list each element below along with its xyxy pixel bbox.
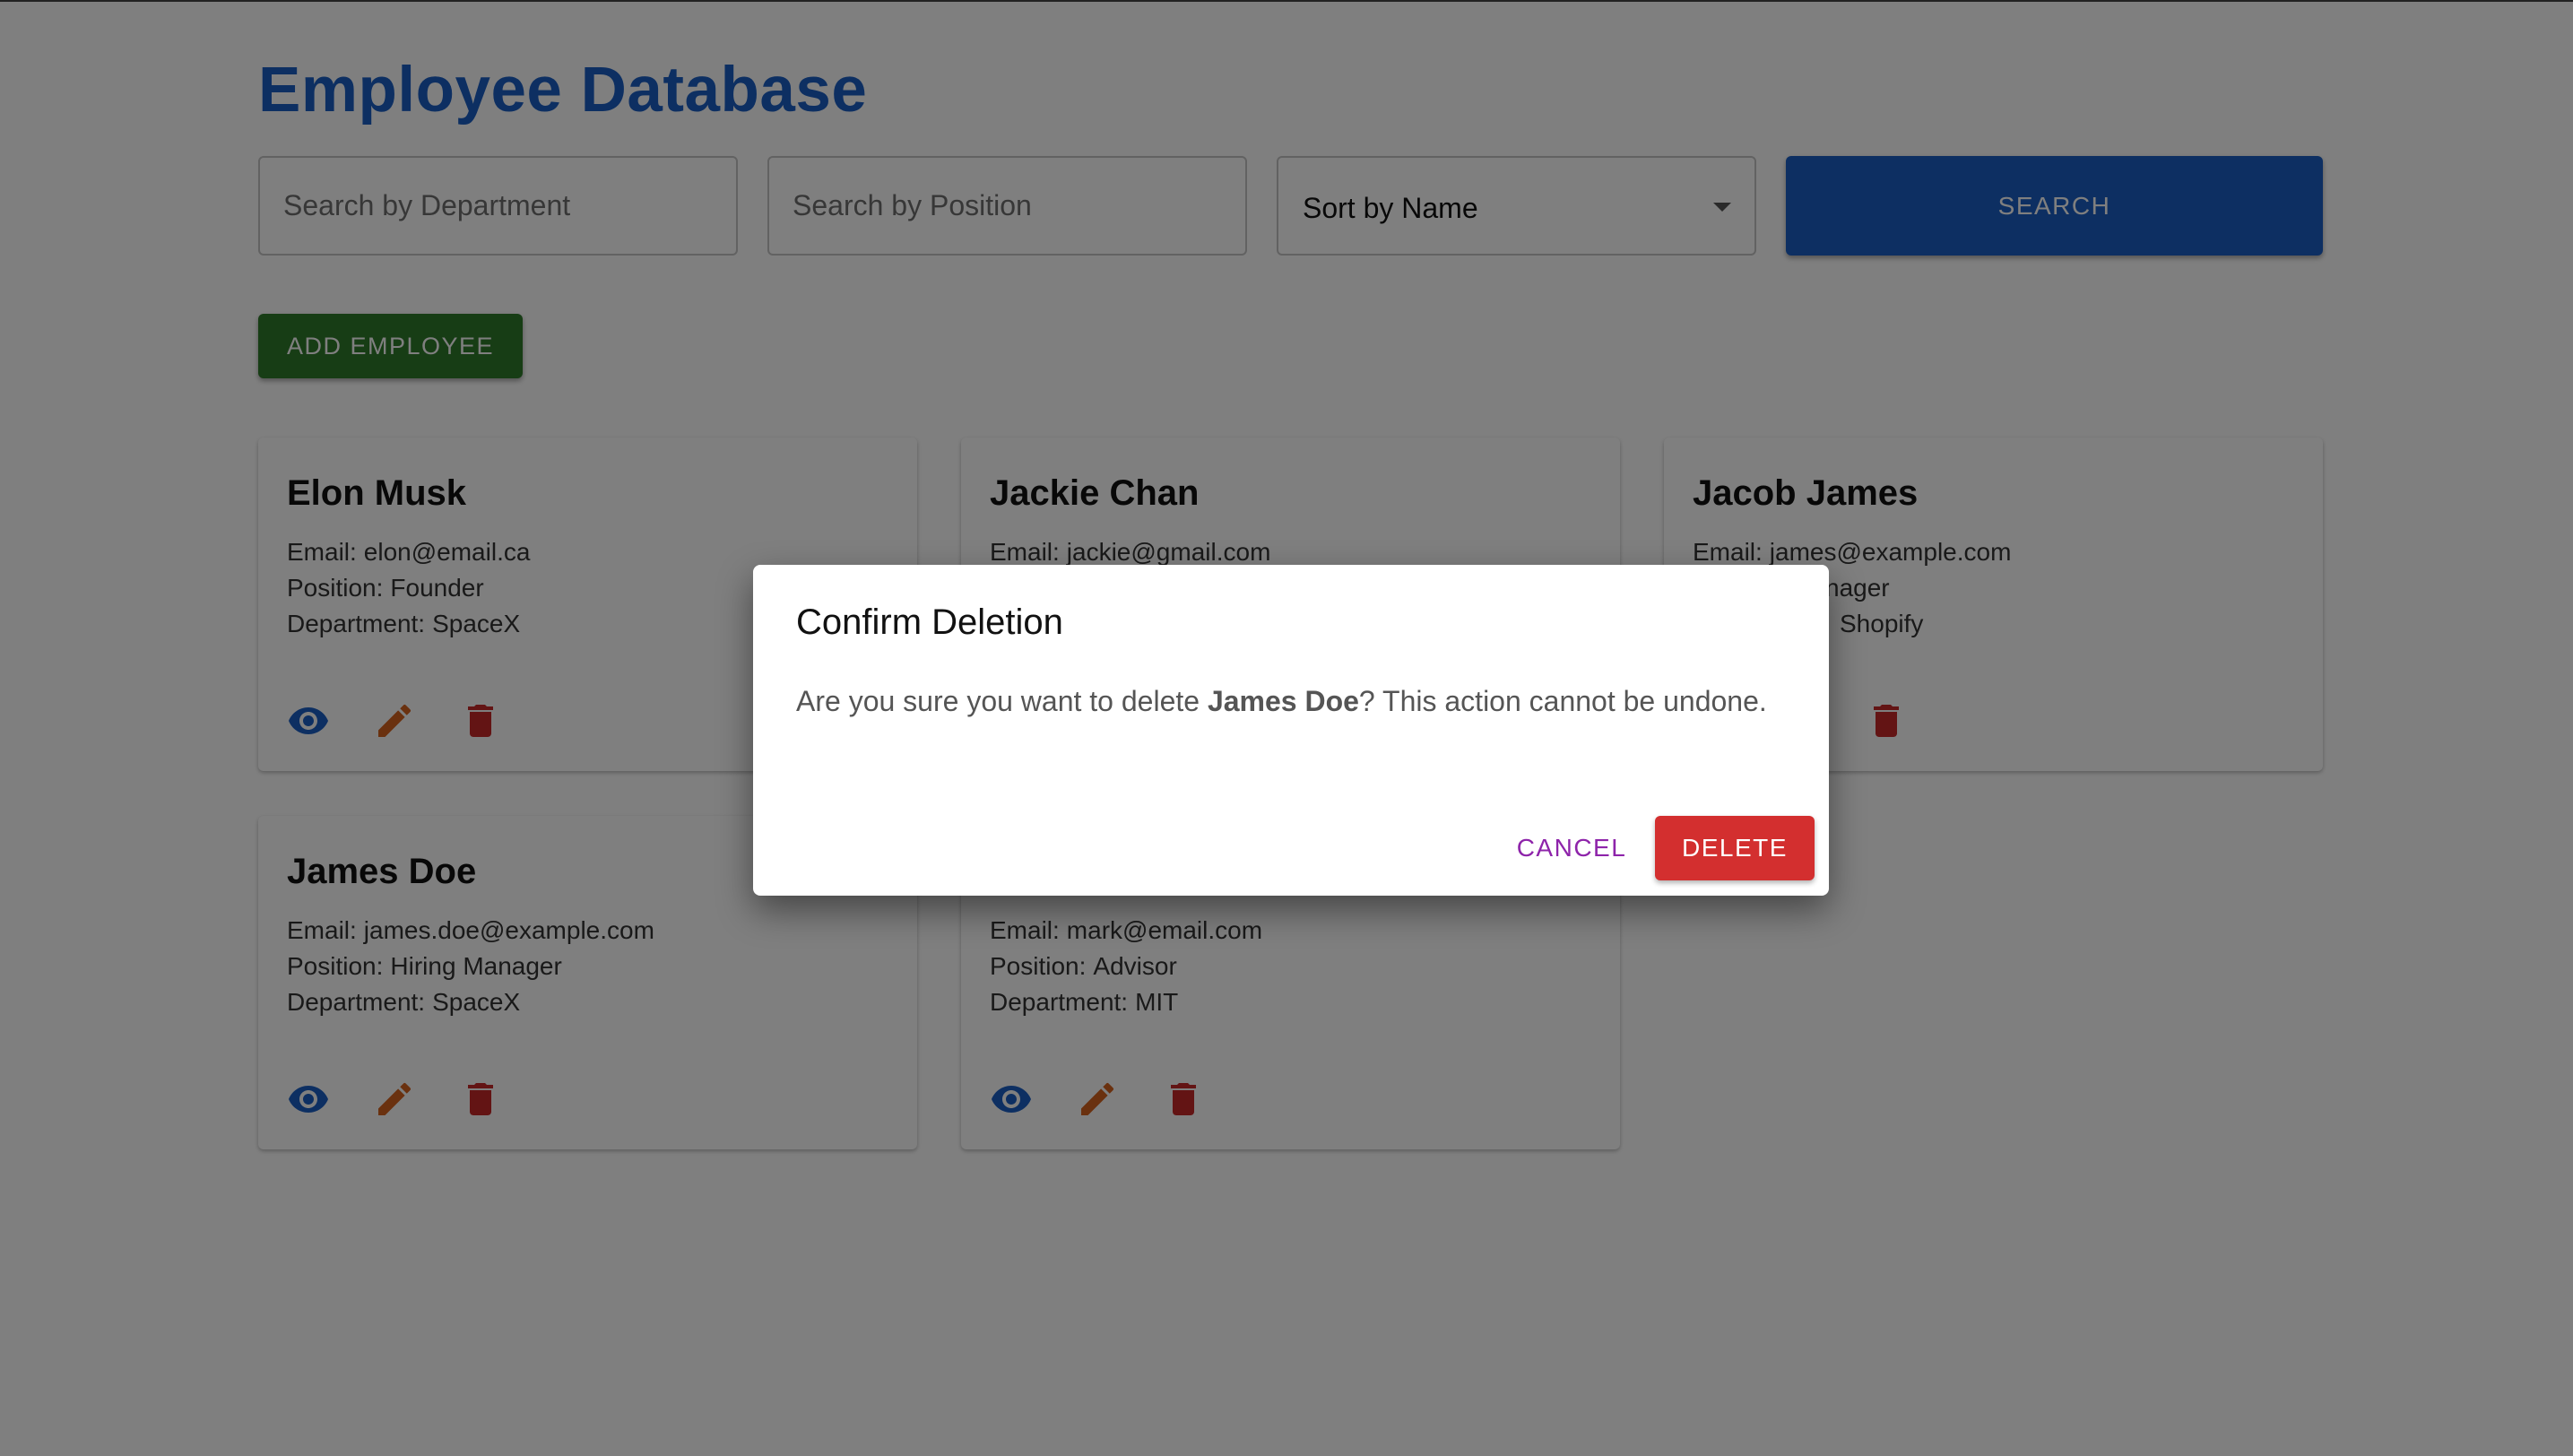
- dialog-message: Are you sure you want to delete James Do…: [796, 680, 1782, 723]
- dialog-title: Confirm Deletion: [796, 602, 1063, 642]
- delete-button[interactable]: DELETE: [1655, 816, 1815, 880]
- dialog-message-prefix: Are you sure you want to delete: [796, 685, 1208, 717]
- cancel-button[interactable]: CANCEL: [1504, 816, 1639, 880]
- dialog-message-suffix: ? This action cannot be undone.: [1358, 685, 1767, 717]
- top-border: [0, 0, 2573, 2]
- dialog-target-name: James Doe: [1207, 685, 1359, 717]
